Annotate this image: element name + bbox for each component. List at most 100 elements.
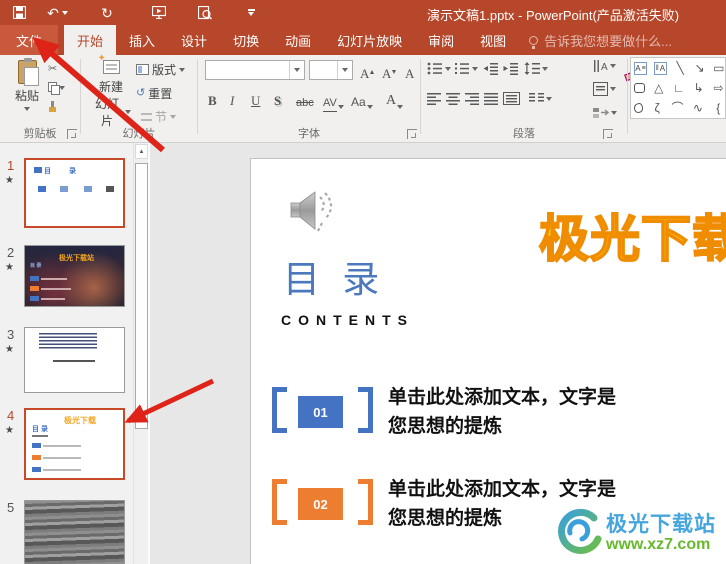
shape-vertical-textbox[interactable]: ‖A	[654, 62, 667, 75]
tab-slideshow[interactable]: 幻灯片放映	[324, 25, 415, 55]
audio-speaker-icon[interactable]	[289, 189, 343, 241]
font-size-combo[interactable]	[309, 60, 353, 80]
strikethrough-button[interactable]: abc	[296, 89, 314, 109]
slide-subheading[interactable]: CONTENTS	[281, 312, 414, 328]
align-right-button[interactable]	[465, 92, 480, 105]
customize-qat-button[interactable]	[240, 3, 262, 22]
align-text-button[interactable]	[593, 82, 616, 96]
redo-button[interactable]: ↻	[96, 3, 118, 22]
paragraph-group: A 段落	[421, 55, 627, 142]
bullets-button[interactable]	[427, 62, 451, 75]
clipboard-dialog-launcher[interactable]	[67, 129, 77, 139]
thumbnail-image[interactable]: 极光下载站 目 录	[24, 245, 125, 307]
content-item-1[interactable]: 01 单击此处添加文本，文字是 您思想的提炼	[272, 383, 726, 439]
thumbnail-image[interactable]: 极光下载 目 录	[24, 408, 125, 480]
text-shadow-button[interactable]: S	[274, 89, 281, 109]
character-spacing-button[interactable]: AV	[323, 89, 344, 109]
font-dialog-launcher[interactable]	[407, 129, 417, 139]
reset-button[interactable]: ↺ 重置	[136, 85, 172, 102]
align-center-button[interactable]	[446, 92, 461, 105]
justify-icon	[484, 92, 499, 105]
thumbnail-image[interactable]: 目 录	[24, 158, 125, 228]
current-slide-canvas[interactable]: 极光下载 目 录 CONTENTS 01 单击此处添加文本，文字是 您思想的提炼…	[250, 158, 726, 564]
print-preview-button[interactable]	[194, 3, 216, 22]
cut-button[interactable]: ✂	[48, 59, 78, 78]
undo-dropdown[interactable]	[60, 3, 70, 22]
paragraph-dialog-launcher[interactable]	[603, 129, 613, 139]
mini-heading: 目 录	[44, 166, 84, 176]
tab-home[interactable]: 开始	[64, 25, 116, 55]
slide-decor-title[interactable]: 极光下载	[539, 199, 726, 271]
thumbnail-scrollbar[interactable]: ▲	[133, 143, 148, 564]
paragraph-group-label: 段落	[421, 125, 627, 141]
animation-star-icon: ★	[5, 425, 14, 436]
font-color-button[interactable]: A	[386, 89, 403, 109]
shape-elbow-connector[interactable]: ∟	[672, 82, 685, 94]
shape-brace[interactable]: {	[712, 102, 725, 114]
item-text[interactable]: 单击此处添加文本，文字是 您思想的提炼	[388, 383, 616, 441]
text-direction-button[interactable]: A	[593, 59, 616, 73]
scrollbar-thumb[interactable]	[135, 163, 148, 429]
increase-indent-button[interactable]	[503, 62, 518, 75]
shape-freeform[interactable]	[634, 103, 643, 113]
shape-arrow[interactable]: ↘	[693, 62, 705, 74]
decrease-font-button[interactable]: A	[382, 62, 396, 82]
font-name-combo[interactable]	[205, 60, 305, 80]
slide-heading[interactable]: 目 录	[283, 249, 385, 303]
thumbnail-image[interactable]	[24, 327, 125, 393]
chevron-down-icon	[179, 68, 185, 72]
align-left-button[interactable]	[427, 92, 442, 105]
slide-number: 5	[7, 500, 14, 515]
copy-button[interactable]	[48, 78, 78, 97]
shape-scribble[interactable]: ζ	[650, 102, 663, 114]
tab-transitions[interactable]: 切换	[220, 25, 272, 55]
start-slideshow-button[interactable]	[148, 3, 170, 22]
shape-curve[interactable]: ∿	[691, 102, 704, 114]
mini-heading: 目 录	[30, 262, 41, 269]
tab-view[interactable]: 视图	[467, 25, 519, 55]
numbering-button[interactable]	[454, 62, 478, 75]
shape-block-arrow[interactable]: ⇨	[712, 82, 725, 94]
columns-button[interactable]	[529, 92, 552, 105]
tab-file[interactable]: 文件	[0, 25, 58, 55]
tab-insert[interactable]: 插入	[116, 25, 168, 55]
left-bracket-shape	[272, 479, 282, 525]
shape-triangle[interactable]: △	[652, 82, 665, 94]
ribbon: 粘贴 ✂ 剪贴板 新建	[0, 55, 726, 143]
decrease-font-label: A	[382, 66, 391, 82]
format-painter-button[interactable]	[48, 97, 78, 116]
svg-text:A: A	[601, 62, 608, 73]
shape-rounded-rectangle[interactable]	[634, 83, 645, 93]
shape-line[interactable]: ╲	[674, 62, 686, 74]
print-preview-icon	[198, 6, 212, 20]
justify-button[interactable]	[484, 92, 499, 105]
font-name-dropdown[interactable]	[289, 61, 304, 79]
increase-font-button[interactable]: A	[360, 62, 374, 82]
save-button[interactable]	[8, 3, 30, 22]
line-spacing-icon	[524, 62, 540, 75]
tab-animations[interactable]: 动画	[272, 25, 324, 55]
item-text-line1: 单击此处添加文本，文字是	[388, 475, 616, 504]
change-case-button[interactable]: Aa	[351, 89, 373, 109]
layout-button[interactable]: 版式	[136, 61, 185, 78]
shape-arc[interactable]: ⌒	[671, 102, 684, 114]
shape-rectangle[interactable]: ▭	[713, 62, 725, 74]
font-size-dropdown[interactable]	[337, 61, 352, 79]
shape-textbox[interactable]: A≡	[634, 62, 647, 75]
distribute-text-button[interactable]	[503, 92, 520, 105]
italic-button[interactable]: I	[230, 89, 234, 109]
convert-smartart-button[interactable]	[593, 106, 617, 119]
decrease-indent-button[interactable]	[483, 62, 498, 75]
mini-shape	[34, 167, 42, 173]
drawing-group: A≡ ‖A ╲ ↘ ▭ △ ∟ ↳ ⇨ ζ ⌒ ∿	[628, 55, 726, 142]
thumbnail-image[interactable]	[24, 500, 125, 564]
tab-design[interactable]: 设计	[168, 25, 220, 55]
section-button[interactable]: 节	[141, 108, 176, 125]
tell-me-box[interactable]: 告诉我您想要做什么...	[529, 25, 672, 55]
line-spacing-button[interactable]	[524, 62, 548, 75]
scroll-up-button[interactable]: ▲	[135, 144, 148, 159]
underline-button[interactable]: U	[251, 89, 260, 109]
tab-review[interactable]: 审阅	[415, 25, 467, 55]
bold-button[interactable]: B	[208, 89, 217, 109]
shape-elbow-arrow-connector[interactable]: ↳	[692, 82, 705, 94]
